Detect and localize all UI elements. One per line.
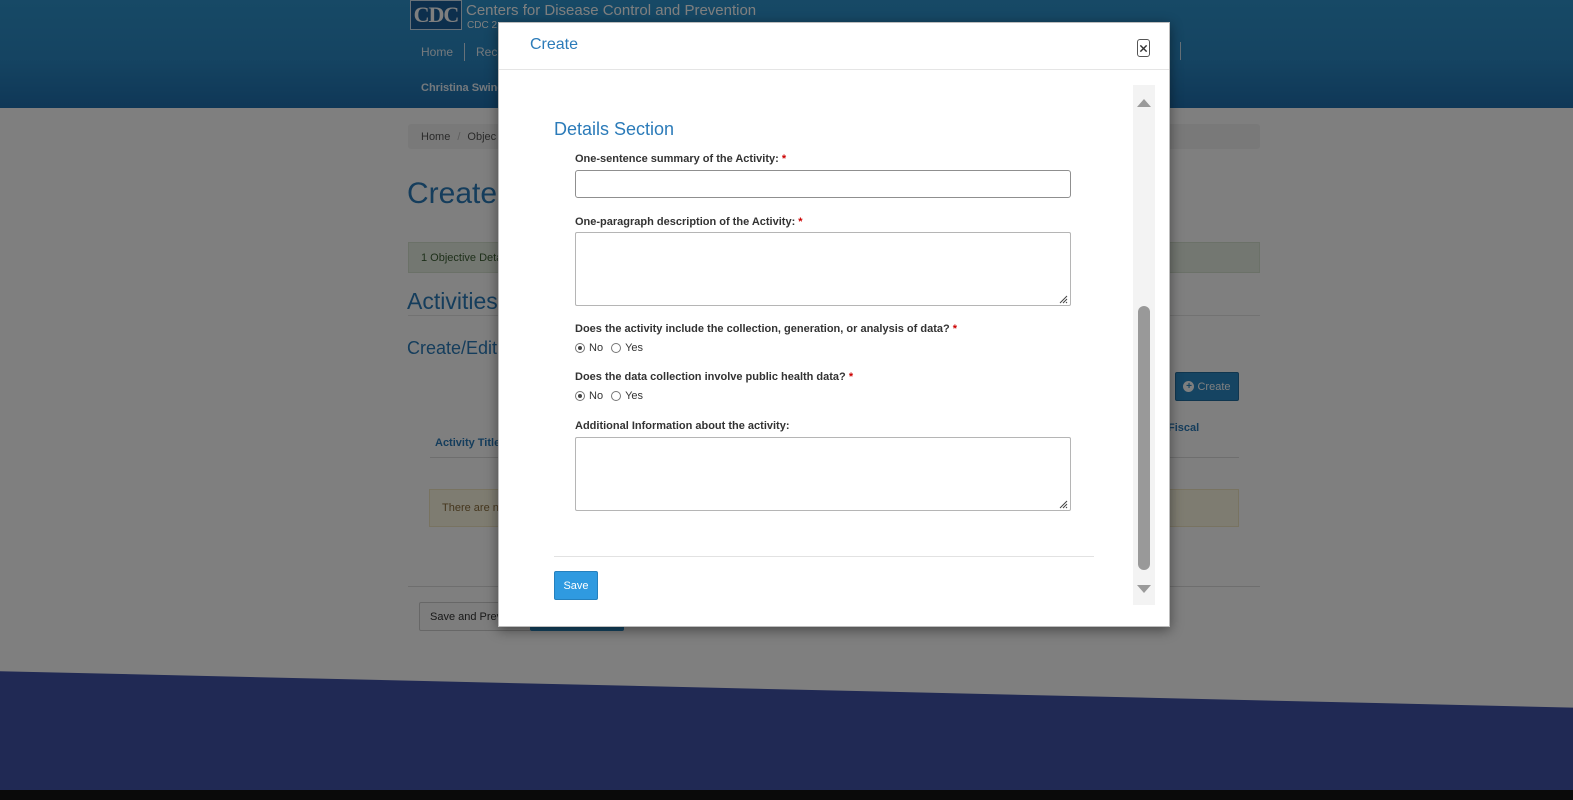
modal-header: Create [499,23,1169,70]
summary-input[interactable] [575,170,1071,198]
radio-label-no: No [589,342,604,354]
required-marker: * [781,153,787,165]
details-section-title: Details Section [554,119,675,139]
additional-info-label: Additional Information about the activit… [575,420,790,432]
radio-label-yes: Yes [625,342,644,354]
modal-body: Details Section One-sentence summary of … [499,71,1169,626]
triangle-down-icon[interactable] [1137,585,1151,593]
required-marker: * [798,216,803,228]
data-collection-radio-yes[interactable] [611,343,622,353]
data-collection-radio-no[interactable] [575,343,585,353]
data-collection-radio-group: No Yes [575,341,651,355]
data-collection-question: Does the activity include the collection… [575,323,957,335]
public-health-data-question: Does the data collection involve public … [575,371,853,383]
description-textarea[interactable] [575,232,1071,306]
save-button[interactable]: Save [554,571,598,600]
modal-title: Create [530,36,579,53]
resize-grip-icon[interactable] [1058,294,1068,304]
close-icon [1139,44,1148,52]
public-health-data-question-text: Does the data collection involve public … [575,371,846,383]
summary-label-text: One-sentence summary of the Activity: [575,153,779,165]
radio-label-no: No [589,390,604,402]
description-label-text: One-paragraph description of the Activit… [575,216,796,228]
data-collection-question-text: Does the activity include the collection… [575,323,950,335]
public-health-data-radio-group: No Yes [575,389,651,403]
description-label: One-paragraph description of the Activit… [575,216,803,228]
required-marker: * [848,371,854,383]
required-marker: * [952,323,958,335]
triangle-up-icon[interactable] [1137,99,1151,107]
radio-label-yes: Yes [625,390,644,402]
public-health-data-radio-yes[interactable] [611,391,622,401]
scrollbar-thumb[interactable] [1138,306,1150,570]
summary-label: One-sentence summary of the Activity: * [575,153,786,165]
additional-info-textarea[interactable] [575,437,1071,511]
close-button[interactable] [1137,39,1150,57]
resize-grip-icon[interactable] [1058,499,1068,509]
create-modal: Create Details Section One-sentence summ… [498,22,1170,627]
public-health-data-radio-no[interactable] [575,391,585,401]
form-footer-divider [554,556,1094,557]
